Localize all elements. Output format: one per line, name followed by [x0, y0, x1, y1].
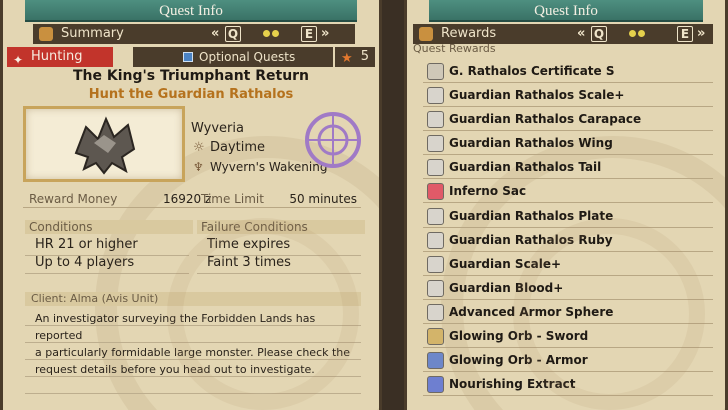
client-name: Client: Alma (Avis Unit) — [25, 292, 361, 306]
reward-list: G. Rathalos Certificate S Guardian Rathal… — [423, 60, 713, 397]
quest-category-tag: ✦ Hunting — [7, 47, 113, 67]
blood-icon — [427, 279, 444, 297]
failure-condition-item: Faint 3 times — [207, 255, 291, 270]
reward-item-label: Guardian Rathalos Scale+ — [449, 88, 625, 103]
failure-condition-item: Time expires — [207, 237, 291, 252]
reward-item-label: Guardian Rathalos Ruby — [449, 232, 613, 247]
reward-info-bar: Reward Money 16920 z Time Limit 50 minut… — [23, 190, 361, 208]
quest-location: Wyveria — [191, 121, 244, 136]
hunting-icon: ✦ — [13, 53, 24, 67]
reward-item[interactable]: Guardian Scale+ — [423, 253, 713, 276]
time-of-day: ☼ Daytime — [193, 140, 265, 155]
time-limit-label: Time Limit — [201, 192, 264, 206]
chevron-left-icon[interactable]: « — [211, 24, 219, 44]
reward-item[interactable]: Guardian Blood+ — [423, 277, 713, 300]
chevron-left-icon[interactable]: « — [577, 24, 585, 44]
reward-item-label: Advanced Armor Sphere — [449, 304, 614, 319]
chevron-right-icon[interactable]: » — [321, 24, 329, 44]
rewards-tab-bar: Rewards « Q E » — [413, 24, 713, 44]
page-indicator-icon — [629, 30, 649, 38]
quest-category-label: Hunting — [31, 49, 83, 64]
reward-item[interactable]: Glowing Orb - Sword — [423, 325, 713, 349]
page-indicator-icon — [263, 30, 283, 38]
quest-objective: Hunt the Guardian Rathalos — [88, 87, 294, 102]
ruby-icon — [427, 231, 444, 249]
reward-item-label: Nourishing Extract — [449, 377, 576, 392]
prev-tab-key[interactable]: Q — [591, 26, 607, 42]
rewards-tab-icon — [419, 27, 433, 41]
conditions-area: Conditions Failure Conditions HR 21 or h… — [25, 220, 365, 280]
next-tab-key[interactable]: E — [301, 26, 317, 42]
reward-item[interactable]: Guardian Rathalos Plate — [423, 205, 713, 228]
condition-item: HR 21 or higher — [35, 237, 138, 252]
reward-item[interactable]: Inferno Sac — [423, 180, 713, 204]
quest-header-bar: ✦ Hunting Optional Quests ★ 5 — [7, 47, 375, 67]
summary-tab-icon — [39, 27, 53, 41]
reward-item-label: Guardian Blood+ — [449, 280, 564, 295]
condition-item: Up to 4 players — [35, 255, 135, 270]
orb-armor-icon — [427, 352, 444, 370]
time-limit-value: 50 minutes — [289, 192, 357, 206]
wing-icon — [427, 135, 444, 153]
tab-summary[interactable]: Summary — [61, 24, 124, 44]
reward-item-label: Guardian Rathalos Plate — [449, 208, 614, 223]
orb-sword-icon — [427, 328, 444, 346]
scale-icon — [427, 255, 444, 273]
reward-item[interactable]: Glowing Orb - Armor — [423, 349, 713, 373]
reward-item[interactable]: G. Rathalos Certificate S — [423, 60, 713, 83]
quest-rank-value: 5 — [360, 49, 369, 64]
description-line: An investigator surveying the Forbidden … — [35, 312, 316, 342]
carapace-icon — [427, 111, 444, 129]
tab-rewards[interactable]: Rewards — [441, 24, 496, 44]
region-emblem-icon — [305, 112, 361, 168]
scale-icon — [427, 87, 444, 105]
reward-item-label: Guardian Rathalos Tail — [449, 160, 602, 175]
certificate-icon — [427, 63, 444, 80]
next-tab-key[interactable]: E — [677, 26, 693, 42]
star-icon: ★ — [341, 51, 353, 66]
sun-icon: ☼ — [193, 140, 205, 155]
quest-rewards-heading: Quest Rewards — [413, 42, 496, 55]
quest-name: The King's Triumphant Return — [72, 68, 310, 84]
reward-item[interactable]: Guardian Rathalos Tail — [423, 156, 713, 180]
client-description-box: Client: Alma (Avis Unit) An investigator… — [25, 292, 361, 402]
failure-conditions-heading: Failure Conditions — [197, 220, 365, 234]
optional-quests-button[interactable]: Optional Quests — [133, 47, 333, 67]
panel-title: Quest Info — [429, 0, 703, 22]
reward-item[interactable]: Nourishing Extract — [423, 373, 713, 397]
quest-description: An investigator surveying the Forbidden … — [35, 310, 355, 378]
sac-icon — [427, 183, 444, 201]
extract-icon — [427, 376, 444, 394]
quest-info-rewards-panel: Quest Info Rewards « Q E » Quest Rewards… — [404, 0, 728, 410]
monster-portrait — [23, 106, 185, 182]
wyvern-icon: ♆ — [193, 160, 204, 174]
reward-item-label: Guardian Scale+ — [449, 256, 562, 271]
time-of-day-label: Daytime — [210, 140, 266, 155]
reward-item-label: Guardian Rathalos Carapace — [449, 112, 642, 127]
reward-money-label: Reward Money — [29, 192, 118, 206]
conditions-heading: Conditions — [25, 220, 193, 234]
prev-tab-key[interactable]: Q — [225, 26, 241, 42]
reward-item-label: Glowing Orb - Armor — [449, 353, 588, 368]
tail-icon — [427, 159, 444, 177]
optional-quests-icon — [183, 52, 193, 62]
reward-item-label: G. Rathalos Certificate S — [449, 64, 615, 78]
reward-item-label: Glowing Orb - Sword — [449, 329, 589, 344]
reward-item[interactable]: Guardian Rathalos Carapace — [423, 108, 713, 132]
summary-tab-bar: Summary « Q E » — [33, 24, 355, 44]
optional-quests-label: Optional Quests — [199, 50, 296, 64]
reward-item-label: Guardian Rathalos Wing — [449, 136, 613, 151]
panel-title: Quest Info — [25, 0, 357, 22]
reward-item-label: Inferno Sac — [449, 184, 527, 199]
reward-item[interactable]: Guardian Rathalos Ruby — [423, 229, 713, 252]
chevron-right-icon[interactable]: » — [697, 24, 705, 44]
rathalos-icon — [74, 116, 136, 175]
quest-rank-badge: ★ 5 — [335, 47, 375, 67]
sphere-icon — [427, 303, 444, 321]
reward-item[interactable]: Guardian Rathalos Scale+ — [423, 84, 713, 108]
quest-info-summary-panel: Quest Info Summary « Q E » ✦ Hunting Opt… — [0, 0, 382, 410]
plate-icon — [427, 207, 444, 225]
reward-item[interactable]: Guardian Rathalos Wing — [423, 132, 713, 156]
reward-item[interactable]: Advanced Armor Sphere — [423, 301, 713, 324]
